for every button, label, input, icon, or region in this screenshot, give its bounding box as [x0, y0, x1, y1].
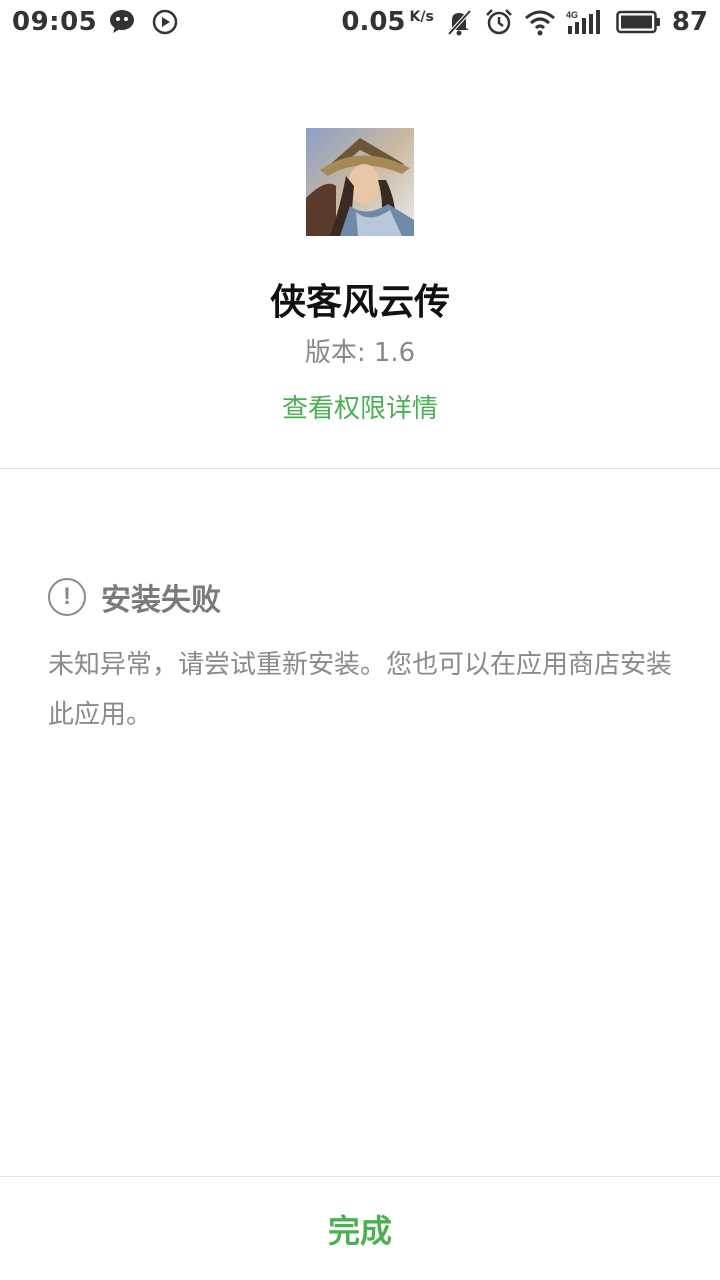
wifi-icon	[524, 8, 556, 36]
network-speed-value: 0.05	[341, 7, 406, 37]
network-speed: 0.05 K/s	[341, 7, 433, 37]
app-icon	[306, 128, 414, 236]
app-name: 侠客风云传	[269, 282, 450, 323]
mute-bell-icon	[444, 7, 474, 37]
wechat-icon	[109, 8, 139, 36]
app-version: 版本: 1.6	[304, 338, 416, 368]
install-status-title: 安装失败	[101, 583, 221, 618]
install-status-section: ! 安装失败 未知异常，请尝试重新安装。您也可以在应用商店安装此应用。	[48, 576, 678, 740]
signal-icon: 4G	[566, 8, 606, 36]
battery-icon	[616, 9, 662, 35]
section-divider	[0, 468, 720, 469]
status-time: 09:05	[12, 7, 98, 37]
status-left: 09:05	[12, 7, 179, 37]
exclamation-circle-icon: !	[48, 578, 86, 616]
status-bar: 09:05 0.05 K/s 4G 87	[0, 0, 720, 44]
signal-type-label: 4G	[566, 10, 578, 20]
alarm-icon	[484, 7, 514, 37]
play-icon	[151, 8, 179, 36]
done-button[interactable]: 完成	[0, 1177, 720, 1280]
app-header: 侠客风云传 版本: 1.6 查看权限详情	[0, 128, 720, 426]
network-speed-unit: K/s	[409, 9, 434, 25]
install-error-message: 未知异常，请尝试重新安装。您也可以在应用商店安装此应用。	[48, 650, 673, 730]
view-permissions-link[interactable]: 查看权限详情	[282, 392, 438, 426]
status-right: 0.05 K/s 4G 87	[341, 7, 708, 37]
battery-percentage: 87	[671, 7, 708, 37]
install-status-row: ! 安装失败	[48, 576, 678, 618]
